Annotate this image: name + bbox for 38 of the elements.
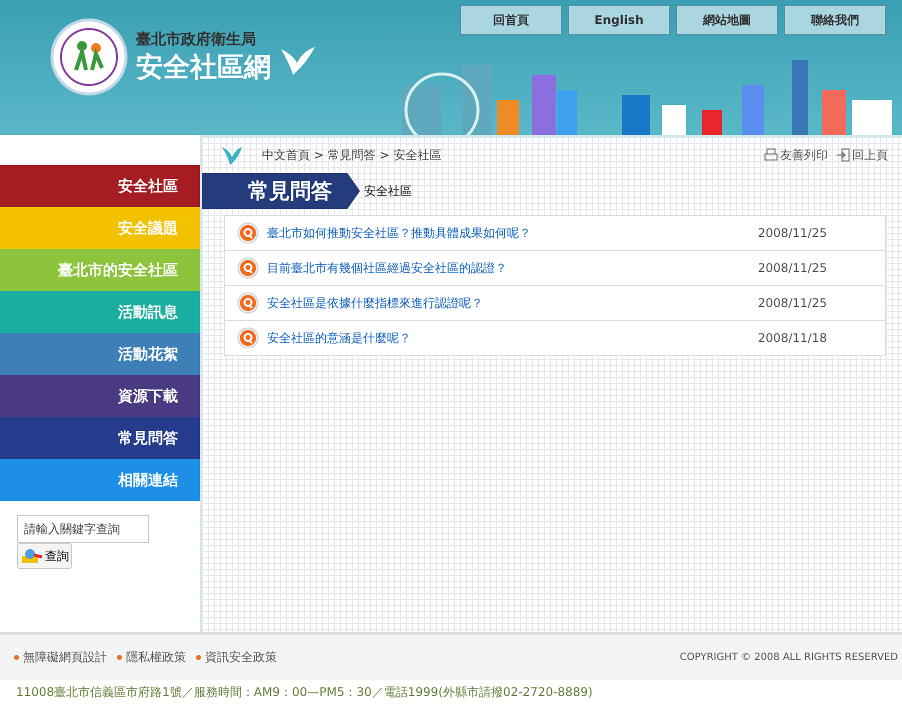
top-nav-link[interactable]: 聯絡我們 xyxy=(784,5,886,35)
question-badge-icon xyxy=(237,292,259,314)
footer-link[interactable]: 資訊安全政策 xyxy=(196,649,277,666)
faq-question-link[interactable]: 安全社區的意涵是什麼呢？ xyxy=(267,330,411,346)
section-title: 常見問答 xyxy=(202,173,360,209)
faq-question-link[interactable]: 安全社區是依據什麼指標來進行認證呢？ xyxy=(267,294,483,312)
address-text: 11008臺北市信義區市府路1號／服務時間：AM9：00—PM5：30／電話1999(外縣市請撥02-2720-8889) xyxy=(15,684,594,701)
footer-link[interactable]: 無障礙網頁設計 xyxy=(14,649,107,666)
question-badge-icon xyxy=(237,257,259,279)
faq-date: 2008/11/18 xyxy=(758,331,827,345)
printer-icon xyxy=(764,148,778,162)
sidebar-item[interactable]: 安全社區 xyxy=(0,165,200,207)
site-title: 安全社區網 xyxy=(136,50,271,84)
top-nav-link[interactable]: 網站地圖 xyxy=(676,5,778,35)
exit-icon xyxy=(836,148,850,162)
question-badge-icon xyxy=(237,222,259,244)
faq-question-link[interactable]: 目前臺北市有幾個社區經過安全社區的認證？ xyxy=(267,260,507,276)
section-subtitle: 安全社區 xyxy=(364,182,412,200)
back-link[interactable]: 回上頁 xyxy=(836,146,888,164)
sidebar-item[interactable]: 活動花絮 xyxy=(0,333,200,375)
faq-date: 2008/11/25 xyxy=(758,261,827,275)
print-link[interactable]: 友善列印 xyxy=(764,146,828,164)
agency-name: 臺北市政府衛生局 xyxy=(136,30,257,48)
sidebar-item[interactable]: 資源下載 xyxy=(0,375,200,417)
faq-date: 2008/11/25 xyxy=(758,226,827,240)
search-field[interactable]: 請輸入關鍵字查詢 xyxy=(17,515,149,543)
footer-link[interactable]: 隱私權政策 xyxy=(117,649,186,666)
faq-date: 2008/11/25 xyxy=(758,296,827,310)
breadcrumb: 中文首頁 > 常見問答 > 安全社區 xyxy=(262,146,442,164)
faq-question-link[interactable]: 臺北市如何推動安全社區？推動具體成果如何呢？ xyxy=(267,224,531,242)
search-icon xyxy=(20,547,44,565)
top-nav-link[interactable]: 回首頁 xyxy=(460,5,562,35)
sidebar-item[interactable]: 常見問答 xyxy=(0,417,200,459)
search-button[interactable]: 查詢 xyxy=(17,543,72,569)
top-nav-link[interactable]: English xyxy=(568,5,670,35)
emblem-logo-icon xyxy=(50,18,128,96)
copyright: COPYRIGHT © 2008 ALL RIGHTS RESERVED xyxy=(680,652,898,663)
question-badge-icon xyxy=(237,327,259,349)
